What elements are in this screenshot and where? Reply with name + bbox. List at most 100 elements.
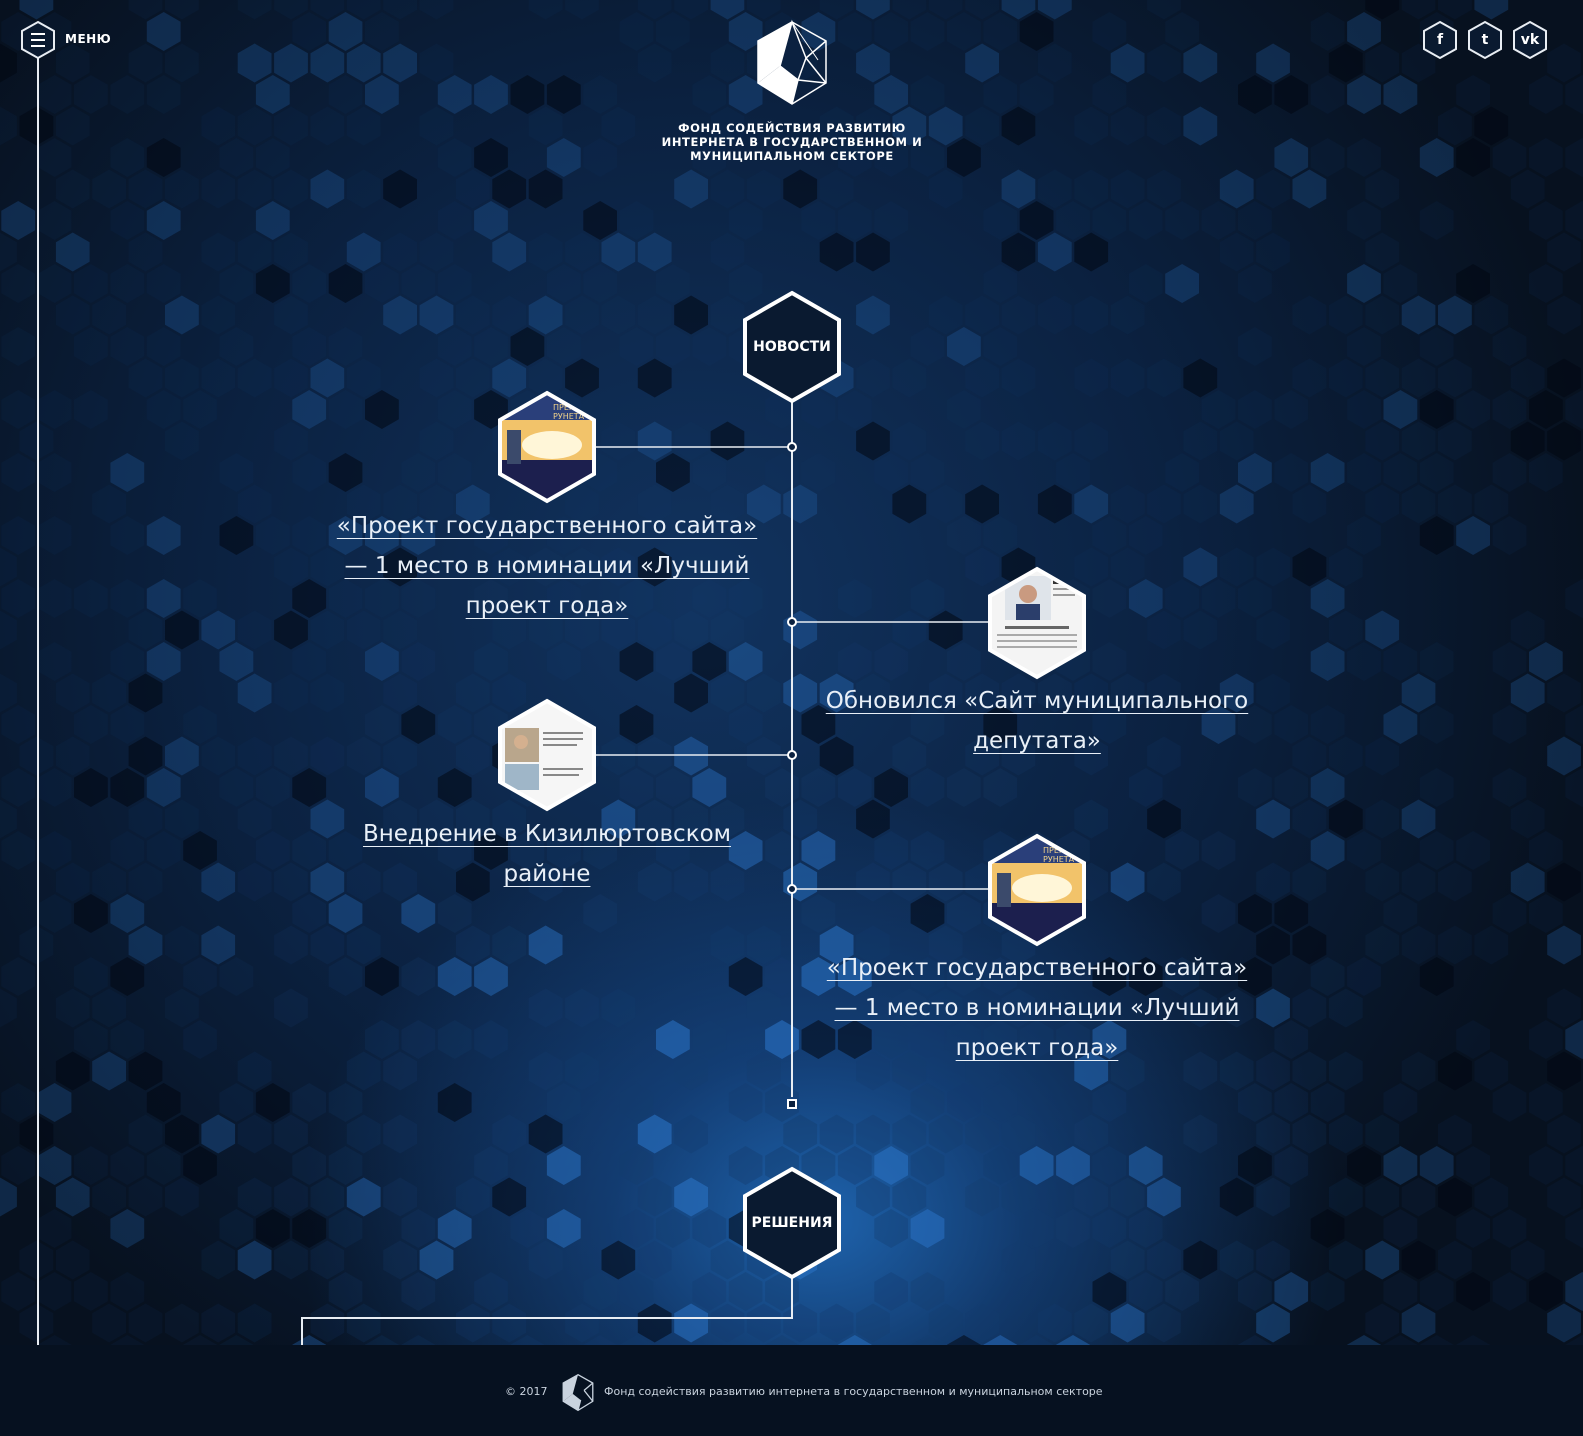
news-link[interactable]: Обновился «Сайт муниципального депутата» (812, 681, 1262, 761)
twitter-button[interactable]: t (1466, 20, 1504, 60)
bg-hexagon (656, 264, 690, 303)
bg-hexagon (1092, 1083, 1127, 1122)
vk-button[interactable]: vk (1511, 20, 1549, 60)
bg-hexagon (910, 1209, 945, 1248)
bg-hexagon (1565, 1272, 1583, 1311)
bg-hexagon (128, 925, 163, 965)
section-news[interactable]: НОВОСТИ (742, 290, 842, 404)
bg-hexagon (110, 1146, 145, 1185)
bg-hexagon (437, 768, 472, 807)
bg-hexagon (765, 1020, 799, 1059)
bg-hexagon (292, 390, 327, 429)
bg-hexagon (1110, 1240, 1145, 1280)
bg-hexagon (165, 610, 199, 650)
bg-hexagon (383, 43, 417, 83)
footer-logo-icon[interactable] (560, 1373, 596, 1413)
news-link[interactable]: Внедрение в Кизилюртовском районе (347, 814, 747, 894)
news-thumbnail-district[interactable] (497, 698, 597, 812)
news-link-text[interactable]: Обновился «Сайт муниципального депутата» (826, 688, 1248, 754)
bg-hexagon (92, 295, 126, 335)
bg-hexagon (619, 705, 654, 744)
bg-hexagon (55, 169, 90, 209)
bg-hexagon (1147, 862, 1181, 902)
bg-hexagon (1274, 138, 1309, 177)
bg-hexagon (856, 43, 890, 83)
bg-hexagon (1292, 988, 1327, 1028)
facebook-button[interactable]: f (1421, 20, 1459, 60)
bg-hexagon (292, 642, 327, 681)
news-link[interactable]: «Проект государственного сайта» — 1 мест… (812, 948, 1262, 1068)
bg-hexagon (237, 610, 272, 650)
bg-hexagon (1328, 547, 1363, 587)
twitter-icon: t (1481, 32, 1489, 48)
bg-hexagon (1492, 894, 1527, 933)
bg-hexagon (1328, 736, 1363, 776)
bg-hexagon (1474, 106, 1509, 146)
bg-hexagon (1256, 547, 1290, 587)
news-thumbnail-award[interactable]: ПРЕМИЯ РУНЕТА (497, 390, 597, 504)
bg-hexagon (1456, 1146, 1490, 1185)
bg-hexagon (1529, 1083, 1563, 1122)
section-solutions[interactable]: РЕШЕНИЯ (742, 1166, 842, 1280)
bg-hexagon (928, 1303, 963, 1343)
bg-hexagon (1401, 1240, 1436, 1280)
bg-hexagon (637, 1114, 672, 1154)
bg-hexagon (1547, 1051, 1581, 1091)
bg-hexagon (401, 894, 436, 933)
bg-hexagon (1165, 831, 1199, 870)
bg-hexagon (274, 736, 308, 776)
news-link-text[interactable]: Внедрение в Кизилюртовском районе (363, 821, 731, 887)
bg-hexagon (710, 232, 745, 272)
bg-hexagon (692, 75, 727, 114)
bg-hexagon (1274, 768, 1309, 807)
bg-hexagon (1438, 484, 1472, 524)
menu-button[interactable] (19, 20, 57, 60)
bg-hexagon (146, 12, 181, 51)
bg-hexagon (1328, 1177, 1363, 1217)
news-link[interactable]: «Проект государственного сайта» — 1 мест… (322, 506, 772, 626)
bg-hexagon (237, 1240, 272, 1280)
bg-hexagon (1419, 138, 1454, 177)
bg-hexagon (565, 0, 599, 20)
bg-hexagon (1529, 642, 1563, 681)
bg-hexagon (1238, 1146, 1272, 1185)
bg-hexagon (365, 75, 399, 114)
bg-hexagon (1147, 1303, 1181, 1343)
bg-hexagon (1492, 327, 1527, 366)
org-name-line: МУНИЦИПАЛЬНОМ СЕКТОРЕ (690, 149, 894, 163)
bg-hexagon (1147, 1177, 1181, 1217)
bg-hexagon (474, 75, 508, 114)
bg-hexagon (1328, 1240, 1363, 1280)
bg-hexagon (401, 1335, 436, 1345)
bg-hexagon (546, 75, 581, 114)
news-link-text[interactable]: «Проект государственного сайта» — 1 мест… (337, 513, 757, 619)
bg-hexagon (1128, 1209, 1163, 1248)
fund-logo-icon[interactable] (752, 18, 832, 110)
bg-hexagon (274, 862, 308, 902)
bg-hexagon (237, 358, 272, 398)
news-thumbnail-award[interactable]: ПРЕМИЯ РУНЕТА (987, 833, 1087, 947)
bg-hexagon (55, 295, 90, 335)
menu-label[interactable]: МЕНЮ (65, 32, 111, 46)
vk-icon: vk (1520, 32, 1540, 48)
bg-hexagon (1328, 1114, 1363, 1154)
bg-hexagon (183, 705, 217, 744)
bg-hexagon (510, 75, 545, 114)
bg-hexagon (419, 0, 454, 20)
bg-hexagon (583, 264, 617, 303)
bg-hexagon (201, 358, 236, 398)
bg-hexagon (110, 453, 145, 492)
bg-hexagon (146, 138, 181, 177)
bg-hexagon (765, 768, 799, 807)
org-name-line: ИНТЕРНЕТА В ГОСУДАРСТВЕННОМ И (661, 135, 923, 149)
bg-hexagon (1019, 12, 1054, 51)
bg-hexagon (492, 232, 527, 272)
bg-hexagon (292, 894, 327, 933)
bg-hexagon (0, 673, 17, 713)
news-link-text[interactable]: «Проект государственного сайта» — 1 мест… (827, 955, 1247, 1061)
bg-hexagon (1565, 138, 1583, 177)
bg-hexagon (546, 264, 581, 303)
news-thumbnail-deputy[interactable] (987, 566, 1087, 680)
bg-hexagon (765, 831, 799, 870)
bg-hexagon (1529, 831, 1563, 870)
